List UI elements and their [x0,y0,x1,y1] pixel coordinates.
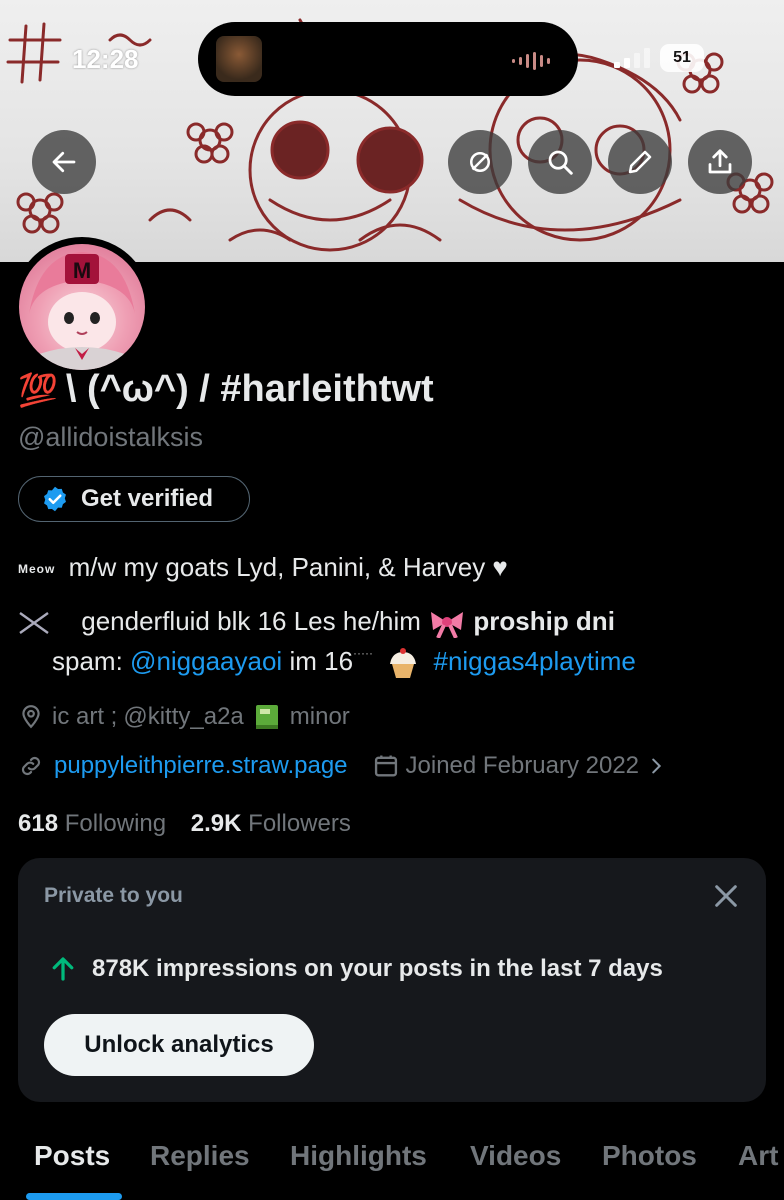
unlock-analytics-button[interactable]: Unlock analytics [44,1014,314,1076]
audio-wave-icon [512,52,550,70]
link-icon [21,756,41,776]
profile-tabs: Posts Replies Highlights Videos Photos A… [0,1130,784,1200]
hashtag-link[interactable]: #niggas4playtime [433,646,635,676]
tab-posts[interactable]: Posts [34,1140,110,1172]
crossed-swords-icon [19,612,49,635]
profile-banner[interactable]: 12:28 51 [0,0,784,262]
up-arrow-icon [52,957,74,981]
avatar-image: M [19,244,145,370]
signal-icon [614,48,650,68]
green-book-icon [255,705,278,729]
repost-icon [470,152,490,172]
bio-line-1: Meow m/w my goats Lyd, Panini, & Harvey … [18,552,508,583]
close-icon[interactable] [710,880,742,912]
active-tab-indicator [26,1193,122,1200]
dynamic-island[interactable] [198,22,578,96]
impressions-row: 878K impressions on your posts in the la… [48,954,663,984]
impressions-text: 878K impressions on your posts in the la… [92,955,663,982]
edit-icon [628,150,652,174]
bio-line-2: genderfluid blk 16 Les he/him proship dn… [18,606,615,639]
tab-videos[interactable]: Videos [470,1140,561,1172]
private-to-you-label: Private to you [44,884,183,907]
followers-stat[interactable]: 2.9K Followers [191,810,351,837]
calendar-icon [374,755,397,777]
tab-art[interactable]: Art [738,1140,778,1172]
get-verified-button[interactable]: Get verified [18,476,250,522]
hundred-points-emoji: 💯 [18,372,58,408]
follow-stats: 618 Following 2.9K Followers [18,810,351,838]
share-icon [708,149,732,174]
tab-highlights[interactable]: Highlights [290,1140,427,1172]
website-link[interactable]: puppyleithpierre.straw.page [54,752,348,780]
joined-date: Joined February 2022 [405,752,640,779]
bio-line-1-text: m/w my goats Lyd, Panini, & Harvey ♥ [68,552,508,582]
search-icon [548,150,573,175]
username-handle: @allidoistalksis [18,422,203,452]
bio-proship-text: proship dni [473,606,615,636]
edit-button[interactable] [608,130,672,194]
display-name: 💯 \ (^ω^) / #harleithtwt [18,368,434,411]
tab-photos[interactable]: Photos [602,1140,697,1172]
verified-badge-icon [44,486,66,512]
share-button[interactable] [688,130,752,194]
mention-link[interactable]: @niggaayaoi [130,646,282,676]
search-button[interactable] [528,130,592,194]
chevron-right-icon[interactable] [645,753,667,779]
location-icon [22,705,40,729]
repost-button[interactable] [448,130,512,194]
bio-age-text: im 16 [289,646,354,676]
ribbon-icon [431,612,464,639]
location-text-c: minor [289,703,350,730]
link-row: puppyleithpierre.straw.page Joined Febru… [18,752,667,780]
location-row: ic art ; @kitty_a2a minor [18,702,350,732]
location-text-a: ic art ; [52,703,118,730]
now-playing-artwork [216,36,262,82]
display-name-text: \ (^ω^) / #harleithtwt [65,368,434,410]
bio-spam-label: spam: [52,646,123,676]
svg-text:M: M [73,258,91,283]
back-arrow-icon [52,151,76,173]
tab-replies[interactable]: Replies [150,1140,250,1172]
cupcake-icon [390,648,417,679]
back-button[interactable] [32,130,96,194]
meow-label: Meow [18,562,56,577]
analytics-card: Private to you 878K impressions on your … [18,858,766,1102]
bio-line-3: spam: @niggaayaoi im 16····· #niggas4pla… [52,646,636,680]
following-stat[interactable]: 618 Following [18,810,166,837]
status-time: 12:28 [72,44,139,74]
location-text-b: @kitty_a2a [123,703,244,730]
bio-line-2-text: genderfluid blk 16 Les he/him [81,606,421,636]
avatar[interactable]: M [12,237,152,377]
get-verified-label: Get verified [81,485,214,512]
battery-icon: 51 [660,44,704,72]
